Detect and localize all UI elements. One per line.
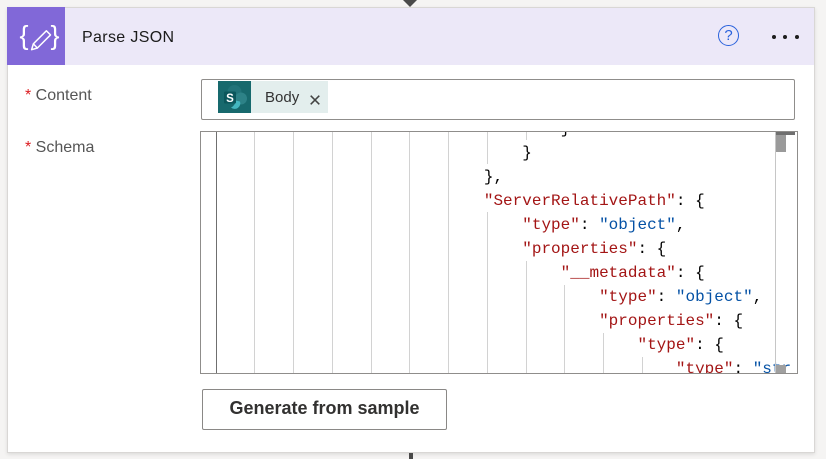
svg-text:{: { [19, 21, 28, 51]
svg-text:}: } [50, 21, 59, 51]
svg-text:S: S [226, 93, 234, 105]
